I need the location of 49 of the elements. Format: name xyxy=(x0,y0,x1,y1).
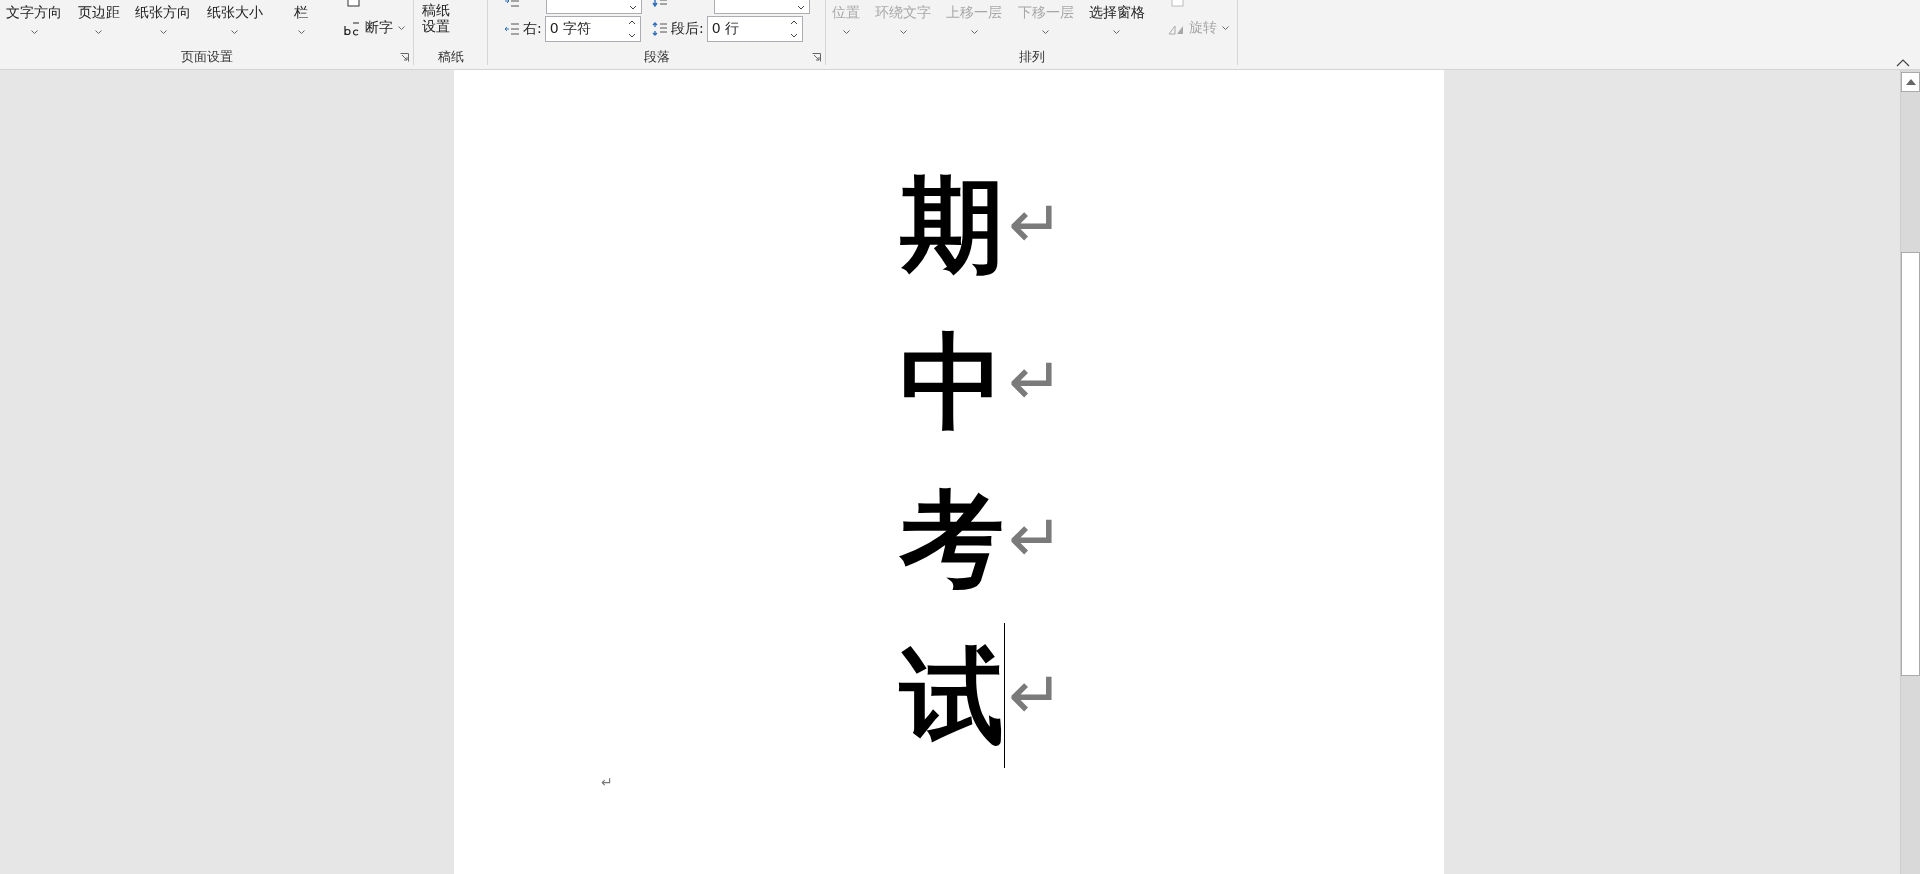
caret-icon xyxy=(397,26,405,30)
caret-icon xyxy=(1221,26,1229,30)
group-label: 排列 xyxy=(1018,48,1045,66)
ribbon-button[interactable]: 断字 xyxy=(339,14,409,42)
caret-icon xyxy=(159,30,167,34)
dialog-launcher-icon[interactable] xyxy=(400,53,409,62)
ribbon-button[interactable]: 稿纸设置 xyxy=(420,0,452,35)
field-label: 右: xyxy=(523,20,542,38)
heading-character: 中 xyxy=(900,329,1005,434)
group-label: 段落 xyxy=(643,48,670,66)
heading-character: 试 xyxy=(900,643,1005,748)
ribbon-button[interactable]: 栏 xyxy=(276,0,323,34)
caret-icon xyxy=(1042,30,1050,34)
scroll-up-button[interactable] xyxy=(1901,72,1920,92)
dialog-launcher-icon[interactable] xyxy=(812,53,821,62)
ribbon-button[interactable]: 文字方向 xyxy=(4,0,64,34)
caret-icon xyxy=(842,30,850,34)
ribbon-button[interactable]: 纸张大小 xyxy=(204,0,265,34)
heading-character: 期 xyxy=(900,172,1005,277)
field-label: 段后: xyxy=(671,20,704,38)
spin-arrows-icon xyxy=(627,18,636,40)
heading-character: 考 xyxy=(900,486,1005,591)
group-label: 稿纸 xyxy=(437,48,464,66)
hyphenation-icon xyxy=(343,20,360,36)
spacing-icon xyxy=(652,22,668,36)
caret-icon xyxy=(30,30,38,34)
up-arrow-icon xyxy=(1905,79,1916,85)
caret-icon xyxy=(231,30,239,34)
group-label: 页面设置 xyxy=(180,48,233,66)
spin-field[interactable]: 0 字符 xyxy=(544,16,641,42)
caret-icon xyxy=(1113,30,1121,34)
spin-field[interactable]: 0 行 xyxy=(706,16,803,42)
caret-icon xyxy=(970,30,978,34)
collapse-ribbon-icon[interactable] xyxy=(1896,59,1910,67)
ribbon-button[interactable]: 选择窗格 xyxy=(1086,0,1147,34)
ribbon-button[interactable]: 纸张方向 xyxy=(133,0,194,34)
caret-icon xyxy=(899,30,907,34)
scroll-thumb[interactable] xyxy=(1901,252,1920,676)
paragraph-mark: ↵ xyxy=(1008,191,1064,258)
paragraph-mark: ↵ xyxy=(1008,662,1064,729)
spin-arrows-icon xyxy=(789,18,798,40)
vertical-scrollbar[interactable] xyxy=(1900,70,1920,874)
paragraph-mark: ↵ xyxy=(601,774,613,790)
paragraph-mark: ↵ xyxy=(1008,348,1064,415)
indent-icon xyxy=(504,22,520,36)
caret-icon xyxy=(95,30,103,34)
paragraph-mark: ↵ xyxy=(1008,505,1064,572)
ribbon-button[interactable]: 页边距 xyxy=(75,0,122,34)
caret-icon xyxy=(297,30,305,34)
